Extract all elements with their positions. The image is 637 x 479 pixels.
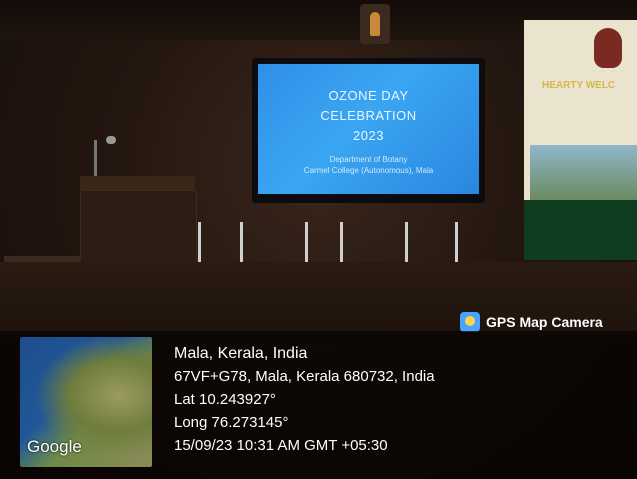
slide-title-line1: OZONE DAY (328, 88, 409, 103)
banner-photo (530, 145, 637, 200)
microphone (106, 136, 116, 144)
lamp-figure (370, 12, 380, 36)
slide-college: Carmel College (Autonomous), Mala (303, 166, 434, 175)
event-photo: OZONE DAY CELEBRATION 2023 Department of… (0, 0, 637, 479)
banner-base (524, 200, 637, 260)
location-info: Mala, Kerala, India 67VF+G78, Mala, Kera… (174, 342, 435, 457)
stage-candle (405, 222, 408, 266)
address: 67VF+G78, Mala, Kerala 680732, India (174, 368, 435, 385)
gps-brand-label: GPS Map Camera (486, 314, 603, 330)
stage-candle (240, 222, 243, 266)
stage-candle (340, 222, 343, 266)
microphone-stand (94, 140, 97, 180)
banner-emblem (594, 28, 622, 68)
welcome-banner: HEARTY WELC (524, 20, 637, 200)
banner-text: HEARTY WELC (542, 80, 616, 91)
slide-title-year: 2023 (353, 128, 384, 143)
podium (80, 190, 197, 272)
wall-lamp (360, 4, 390, 44)
stage-candle (455, 222, 458, 266)
map-thumbnail: Google (20, 337, 152, 467)
stage-candle (305, 222, 308, 266)
latitude: Lat 10.243927° (174, 391, 276, 408)
gps-map-camera-icon (460, 312, 480, 332)
timestamp: 15/09/23 10:31 AM GMT +05:30 (174, 437, 388, 454)
slide-department: Department of Botany (329, 155, 408, 164)
location-name: Mala, Kerala, India (174, 345, 308, 362)
longitude: Long 76.273145° (174, 414, 289, 431)
slide-title-line2: CELEBRATION (320, 108, 417, 123)
presentation-screen: OZONE DAY CELEBRATION 2023 Department of… (258, 64, 479, 194)
stage-candle (198, 222, 201, 266)
google-logo: Google (27, 437, 82, 456)
